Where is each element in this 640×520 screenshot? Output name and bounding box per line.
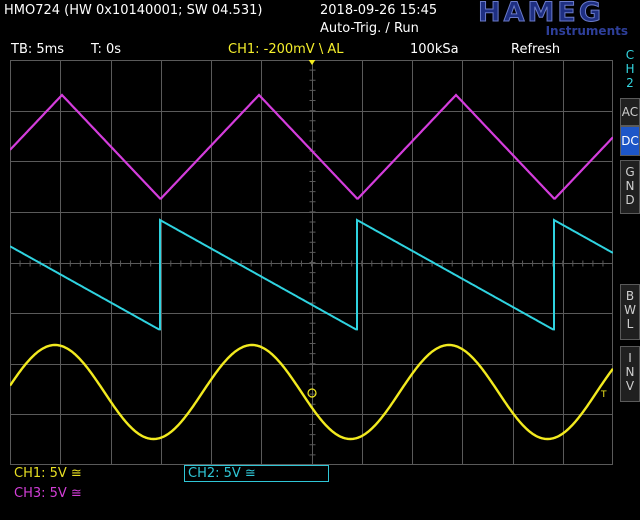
logo-brand: HAMEG bbox=[478, 0, 604, 28]
sample-rate-readout: 100kSa bbox=[410, 42, 459, 57]
ch1-scale-readout[interactable]: CH1: 5V ≅ bbox=[14, 466, 82, 481]
ch1-trigger-readout[interactable]: CH1: -200mV \ AL bbox=[228, 42, 343, 57]
device-title: HMO724 (HW 0x10140001; SW 04.531) bbox=[4, 3, 263, 18]
coupling-ac-button[interactable]: AC bbox=[620, 98, 640, 126]
inv-letter: N bbox=[625, 365, 635, 379]
ch2-tab-letter: C bbox=[625, 48, 635, 62]
bwl-letter: L bbox=[626, 317, 634, 331]
inv-letter: I bbox=[628, 351, 632, 365]
ch2-scale-readout[interactable]: CH2: 5V ≅ bbox=[184, 465, 329, 482]
logo-subtitle: Instruments bbox=[545, 24, 628, 38]
gnd-letter: N bbox=[625, 179, 635, 193]
trigger-mode: Auto-Trig. / Run bbox=[320, 21, 419, 36]
bwl-letter: B bbox=[625, 289, 635, 303]
gnd-letter: G bbox=[625, 165, 635, 179]
gnd-letter: D bbox=[625, 193, 635, 207]
channel-menu-tab[interactable]: C H 2 bbox=[620, 48, 640, 98]
acquisition-mode[interactable]: Refresh bbox=[511, 42, 560, 57]
invert-button[interactable]: I N V bbox=[620, 346, 640, 402]
ch3-scale-readout[interactable]: CH3: 5V ≅ bbox=[14, 486, 82, 501]
timebase-readout[interactable]: TB: 5ms bbox=[11, 42, 64, 57]
ch2-tab-letter: H bbox=[625, 62, 635, 76]
trigger-level-marker: T bbox=[600, 390, 607, 400]
ch2-tab-letter: 2 bbox=[626, 76, 634, 90]
hameg-logo: HAMEG Instruments bbox=[452, 0, 630, 38]
waveform-display[interactable]: 3 2 1 T bbox=[10, 60, 613, 465]
bandwidth-limit-button[interactable]: B W L bbox=[620, 284, 640, 340]
inv-letter: V bbox=[625, 379, 635, 393]
coupling-dc-button[interactable]: DC bbox=[620, 126, 640, 156]
coupling-gnd-button[interactable]: G N D bbox=[620, 160, 640, 214]
trigger-time-readout[interactable]: T: 0s bbox=[91, 42, 121, 57]
date-time: 2018-09-26 15:45 bbox=[320, 3, 438, 18]
bwl-letter: W bbox=[624, 303, 636, 317]
